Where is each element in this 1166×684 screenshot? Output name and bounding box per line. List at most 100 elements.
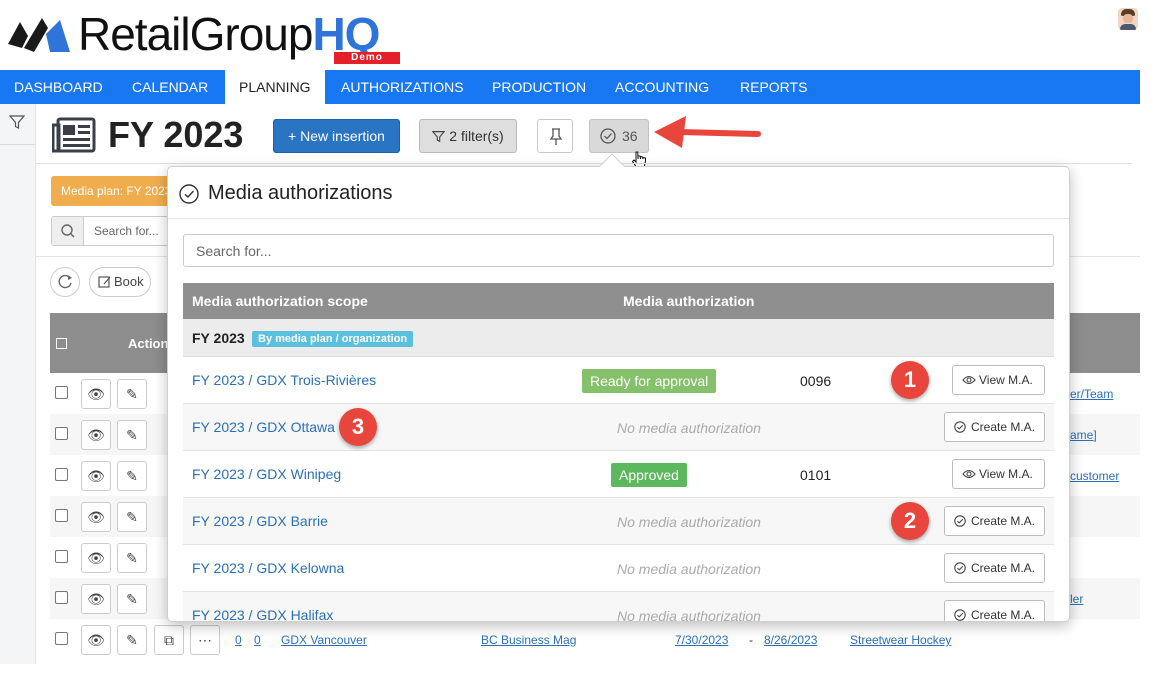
nav-accounting[interactable]: ACCOUNTING [601, 70, 723, 104]
brand-demo-badge: Demo [334, 52, 400, 64]
view-ma-label: View M.A. [979, 373, 1033, 387]
popup-search-input[interactable] [183, 234, 1054, 267]
eye-icon[interactable]: 👁 [81, 502, 111, 532]
create-ma-button[interactable]: Create M.A. [944, 506, 1045, 536]
popup-title: Media authorizations [208, 182, 393, 204]
row-link[interactable]: ame] [1070, 428, 1097, 442]
annotation-marker-2: 2 [891, 502, 929, 540]
filter-icon [431, 131, 446, 143]
eye-icon [962, 469, 976, 479]
eye-icon[interactable]: 👁 [81, 584, 111, 614]
eye-icon[interactable]: 👁 [81, 543, 111, 573]
row-checkbox[interactable] [55, 386, 68, 399]
pencil-icon[interactable]: ✎ [117, 543, 147, 573]
row-count-1[interactable]: 0 [235, 633, 242, 647]
create-ma-label: Create M.A. [971, 608, 1036, 622]
book-button[interactable]: Book [89, 267, 151, 297]
row-date-separator: - [749, 633, 753, 647]
row-count-2[interactable]: 0 [254, 633, 261, 647]
pin-icon [549, 128, 563, 145]
row-checkbox[interactable] [55, 427, 68, 440]
annotation-marker-1: 1 [891, 361, 929, 399]
select-all-checkbox[interactable] [56, 338, 67, 349]
no-authorization-text: No media authorization [617, 561, 761, 577]
create-ma-label: Create M.A. [971, 420, 1036, 434]
scope-link[interactable]: FY 2023 / GDX Halifax [192, 607, 333, 621]
sidebar-divider [0, 144, 36, 145]
eye-icon[interactable]: 👁 [81, 420, 111, 450]
pencil-icon[interactable]: ✎ [117, 420, 147, 450]
row-checkbox[interactable] [55, 550, 68, 563]
nav-calendar[interactable]: CALENDAR [118, 70, 222, 104]
create-ma-button[interactable]: Create M.A. [944, 553, 1045, 583]
authorization-row: FY 2023 / GDX Halifax No media authoriza… [183, 592, 1054, 622]
book-label: Book [114, 274, 144, 289]
nav-dashboard[interactable]: DASHBOARD [0, 70, 117, 104]
nav-reports[interactable]: REPORTS [726, 70, 821, 104]
scope-link[interactable]: FY 2023 / GDX Winipeg [192, 466, 341, 482]
media-plan-icon [52, 117, 96, 153]
scope-link[interactable]: FY 2023 / GDX Kelowna [192, 560, 344, 576]
status-badge: Approved [611, 463, 687, 487]
pencil-icon[interactable]: ✎ [117, 461, 147, 491]
sidebar [0, 104, 36, 664]
nav-production[interactable]: PRODUCTION [478, 70, 600, 104]
pencil-icon[interactable]: ✎ [117, 625, 147, 655]
row-link[interactable]: ler [1070, 592, 1083, 606]
row-link[interactable]: customer [1070, 469, 1119, 483]
media-plan-badge: Media plan: FY 2023 [51, 176, 181, 206]
more-icon[interactable]: ⋯ [190, 625, 220, 655]
status-badge: Ready for approval [582, 369, 717, 393]
table-row: 👁 ✎ ⧉ ⋯ 0 0 GDX Vancouver BC Business Ma… [50, 619, 1140, 660]
annotation-marker-3: 3 [339, 408, 377, 446]
background-search[interactable]: Search for... [51, 216, 181, 246]
row-link[interactable]: er/Team [1070, 387, 1113, 401]
row-checkbox[interactable] [55, 632, 68, 645]
nav-authorizations[interactable]: AUTHORIZATIONS [327, 70, 478, 104]
row-checkbox[interactable] [55, 468, 68, 481]
filters-button[interactable]: 2 filter(s) [419, 119, 517, 153]
user-avatar[interactable] [1118, 8, 1138, 30]
media-authorizations-popup: Media authorizations Media authorization… [167, 166, 1070, 622]
view-ma-button[interactable]: View M.A. [952, 459, 1045, 489]
create-ma-button[interactable]: Create M.A. [944, 412, 1045, 442]
check-circle-icon [600, 128, 616, 144]
pencil-icon[interactable]: ✎ [117, 379, 147, 409]
eye-icon[interactable]: 👁 [81, 625, 111, 655]
scope-link[interactable]: FY 2023 / GDX Ottawa [192, 419, 335, 435]
pencil-icon[interactable]: ✎ [117, 584, 147, 614]
authorization-row: FY 2023 / GDX Ottawa No media authorizat… [183, 404, 1054, 451]
media-authorizations-button[interactable]: 36 [589, 119, 649, 153]
pin-button[interactable] [537, 119, 573, 153]
no-authorization-text: No media authorization [617, 514, 761, 530]
authorization-row: FY 2023 / GDX Kelowna No media authoriza… [183, 545, 1054, 592]
eye-icon [962, 375, 976, 385]
row-checkbox[interactable] [55, 509, 68, 522]
eye-icon[interactable]: 👁 [81, 461, 111, 491]
row-publication[interactable]: BC Business Mag [481, 633, 576, 647]
view-ma-button[interactable]: View M.A. [952, 365, 1045, 395]
eye-icon[interactable]: 👁 [81, 379, 111, 409]
group-tag: By media plan / organization [252, 331, 414, 347]
nav-planning[interactable]: PLANNING [225, 70, 325, 104]
auth-count: 36 [622, 128, 638, 144]
scope-link[interactable]: FY 2023 / GDX Trois-Rivières [192, 372, 376, 388]
check-circle-icon [954, 515, 966, 527]
sidebar-filter-icon[interactable] [9, 114, 25, 130]
authorization-number: 0096 [800, 373, 832, 389]
pencil-icon[interactable]: ✎ [117, 502, 147, 532]
row-checkbox[interactable] [55, 591, 68, 604]
create-ma-button[interactable]: Create M.A. [944, 600, 1045, 622]
group-row: FY 2023 By media plan / organization [183, 319, 1054, 357]
toolbar-divider [36, 163, 1132, 164]
copy-icon[interactable]: ⧉ [154, 625, 184, 655]
filters-label: 2 filter(s) [449, 128, 504, 144]
page-title: FY 2023 [108, 114, 244, 155]
new-insertion-button[interactable]: + New insertion [273, 119, 400, 153]
scope-link[interactable]: FY 2023 / GDX Barrie [192, 513, 328, 529]
row-market[interactable]: GDX Vancouver [281, 633, 367, 647]
refresh-button[interactable] [50, 267, 80, 297]
row-client[interactable]: Streetwear Hockey [850, 633, 951, 647]
row-start-date[interactable]: 7/30/2023 [675, 633, 728, 647]
row-end-date[interactable]: 8/26/2023 [764, 633, 817, 647]
